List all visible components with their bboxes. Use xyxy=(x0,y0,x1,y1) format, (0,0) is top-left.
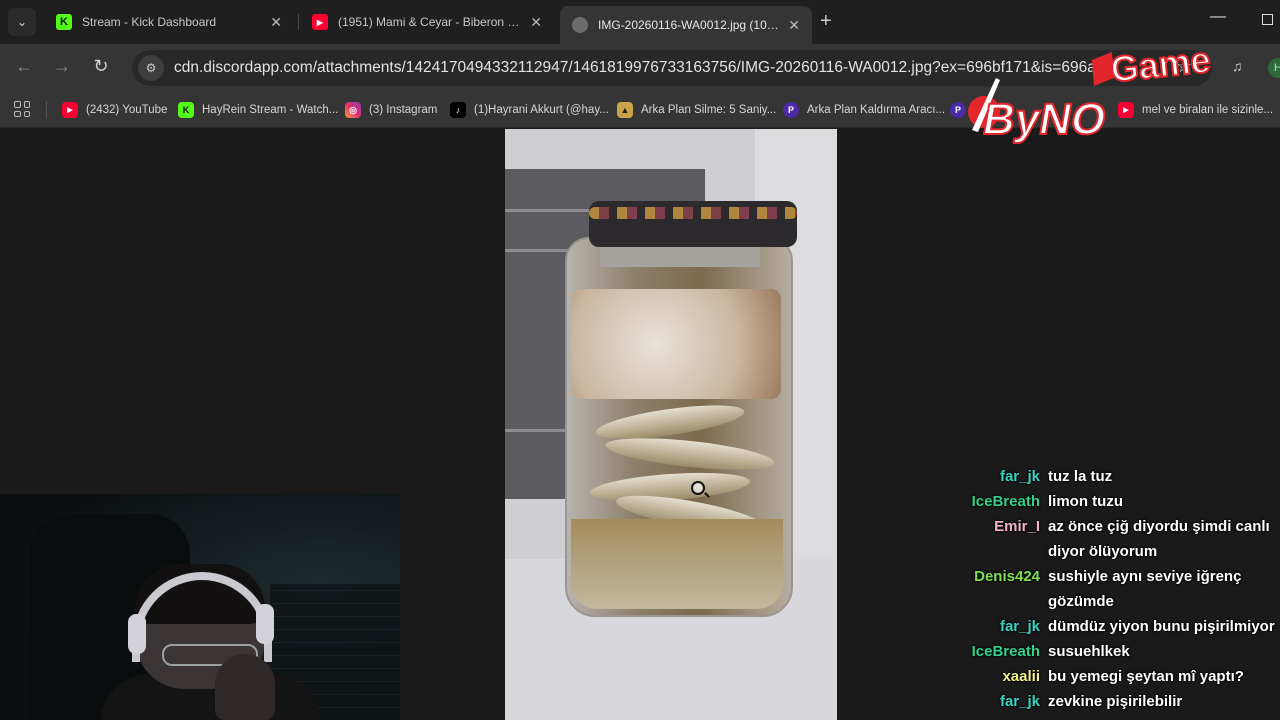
tab-title: IMG-20260116-WA0012.jpg (1080×19 xyxy=(598,18,781,32)
bookmark-arka-plan-silme[interactable]: ▲ Arka Plan Silme: 5 Saniy... xyxy=(617,100,776,120)
bookmark-label: (2432) YouTube xyxy=(86,104,168,116)
jar-lid-pattern xyxy=(589,207,797,219)
bookmark-instagram[interactable]: ◎ (3) Instagram xyxy=(345,100,437,120)
salt-layer xyxy=(571,289,781,399)
chat-username[interactable]: IceBreath xyxy=(940,639,1048,664)
bookmark-tiktok[interactable]: ♪ (1)Hayrani Akkurt (@hay... xyxy=(450,100,609,120)
tab-search-chevron-icon[interactable]: ⌄ xyxy=(8,8,36,36)
bynogame-logo: ByNO Game xyxy=(968,38,1213,145)
screen: ⌄ K Stream - Kick Dashboard ✕ ▶ (1951) M… xyxy=(0,0,1280,720)
bookmark-label: (3) Instagram xyxy=(369,104,438,116)
tab-title: Stream - Kick Dashboard xyxy=(82,15,217,29)
bookmark-hayrein-stream[interactable]: K HayRein Stream - Watch... xyxy=(178,100,338,120)
tab-kick-dashboard[interactable]: K Stream - Kick Dashboard ✕ xyxy=(44,6,294,38)
youtube-icon: ▶ xyxy=(62,102,78,118)
jar-photo[interactable] xyxy=(505,129,837,720)
chat-message: far_jk dümdüz yiyon bunu pişirilmiyor xyxy=(940,614,1280,639)
bookmark-youtube[interactable]: ▶ (2432) YouTube xyxy=(62,100,167,120)
chat-message: far_jk zevkine pişirilebilir xyxy=(940,689,1280,714)
close-icon[interactable]: ✕ xyxy=(530,14,542,31)
chat-text: zevkine pişirilebilir xyxy=(1048,693,1183,710)
chat-username[interactable]: far_jk xyxy=(940,464,1048,489)
svg-text:ByNO: ByNO xyxy=(979,95,1110,144)
chat-username[interactable]: IceBreath xyxy=(940,489,1048,514)
maximize-icon[interactable] xyxy=(1262,14,1273,25)
chat-message: IceBreath limon tuzu xyxy=(940,489,1280,514)
stream-chat: far_jk tuz la tuz IceBreath limon tuzu Emir_… xyxy=(940,464,1280,714)
chat-text: limon tuzu xyxy=(1048,493,1123,510)
close-icon[interactable]: ✕ xyxy=(270,14,282,31)
chat-message: far_jk tuz la tuz xyxy=(940,464,1280,489)
minimize-icon[interactable]: — xyxy=(1210,8,1226,26)
media-controls-icon[interactable]: ♫ xyxy=(1232,58,1243,74)
image-viewer: far_jk tuz la tuz IceBreath limon tuzu Emir_… xyxy=(0,129,1280,720)
chat-message: xaalii bu yemegi şeytan mî yaptı? xyxy=(940,664,1280,689)
bookmark-label: (1)Hayrani Akkurt (@hay... xyxy=(474,104,609,116)
forward-arrow-icon[interactable]: → xyxy=(50,56,74,77)
bookmark-label: HayRein Stream - Watch... xyxy=(202,104,339,116)
tiktok-icon: ♪ xyxy=(450,102,466,118)
tab-image-active[interactable]: IMG-20260116-WA0012.jpg (1080×19 ✕ xyxy=(560,6,812,44)
chat-username[interactable]: far_jk xyxy=(940,689,1048,714)
tab-divider xyxy=(298,14,299,30)
streamer-hand xyxy=(215,654,275,720)
chat-text: tuz la tuz xyxy=(1048,468,1113,485)
tab-youtube-biberon[interactable]: ▶ (1951) Mami & Ceyar - Biberon | Leap ✕ xyxy=(300,6,554,38)
headphone-cup xyxy=(128,614,146,654)
chat-text: sushiyle aynı seviye iğrenç gözümde xyxy=(1048,568,1242,610)
bookmark-label: Arka Plan Kaldırma Aracı... xyxy=(807,104,946,116)
headphone-cup xyxy=(256,604,274,644)
photoroom-icon: P xyxy=(783,102,799,118)
removebg-icon: ▲ xyxy=(617,102,633,118)
chat-text: susuehlkek xyxy=(1048,643,1130,660)
profile-avatar[interactable]: H xyxy=(1268,58,1280,78)
chat-username[interactable]: Emir_I xyxy=(940,514,1048,564)
reload-icon[interactable]: ↻ xyxy=(89,56,113,77)
chat-text: az önce çiğ diyordu şimdi canlı diyor öl… xyxy=(1048,518,1270,560)
youtube-icon: ▶ xyxy=(312,14,328,30)
kick-icon: K xyxy=(178,102,194,118)
globe-icon xyxy=(572,17,588,33)
bookmark-arka-plan-kaldirma[interactable]: P Arka Plan Kaldırma Aracı... xyxy=(783,100,945,120)
instagram-icon: ◎ xyxy=(345,102,361,118)
kick-icon: K xyxy=(56,14,72,30)
apps-grid-icon[interactable] xyxy=(14,101,30,117)
chat-text: bu yemegi şeytan mî yaptı? xyxy=(1048,668,1244,685)
bookmark-divider xyxy=(46,101,47,119)
chat-username[interactable]: Denis424 xyxy=(940,564,1048,614)
chat-message: IceBreath susuehlkek xyxy=(940,639,1280,664)
chat-username[interactable]: xaalii xyxy=(940,664,1048,689)
zoom-in-cursor-icon xyxy=(691,481,705,495)
chat-username[interactable]: far_jk xyxy=(940,614,1048,639)
back-arrow-icon[interactable]: ← xyxy=(12,56,36,77)
chat-message: Emir_I az önce çiğ diyordu şimdi canlı di… xyxy=(940,514,1280,564)
bookmark-label: Arka Plan Silme: 5 Saniy... xyxy=(641,104,777,116)
webcam-overlay xyxy=(0,494,400,720)
jar-bottom-layer xyxy=(571,519,783,609)
svg-text:Game: Game xyxy=(1109,39,1213,90)
close-icon[interactable]: ✕ xyxy=(788,17,800,34)
site-info-icon[interactable]: ⚙ xyxy=(138,55,164,81)
new-tab-plus-icon[interactable]: + xyxy=(820,10,832,32)
tab-title: (1951) Mami & Ceyar - Biberon | Leap xyxy=(338,15,523,29)
chat-message: Denis424 sushiyle aynı seviye iğrenç gözü… xyxy=(940,564,1280,614)
chat-text: dümdüz yiyon bunu pişirilmiyor xyxy=(1048,618,1275,635)
